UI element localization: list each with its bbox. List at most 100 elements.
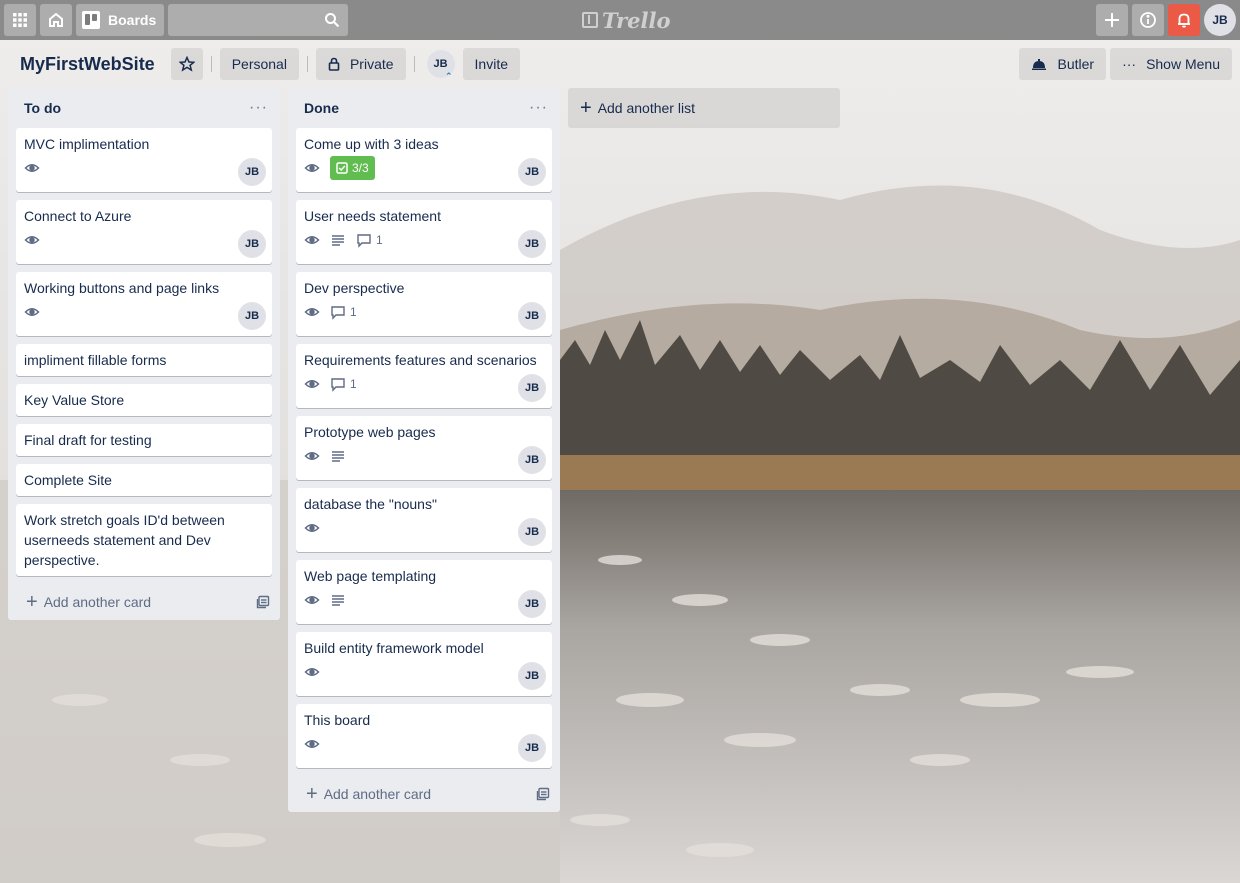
- board-member-initials: JB: [433, 58, 448, 70]
- card-member-avatar[interactable]: JB: [518, 374, 546, 402]
- watching-eye-icon: [24, 160, 40, 176]
- list-card[interactable]: impliment fillable forms: [16, 344, 272, 376]
- board-title[interactable]: MyFirstWebSite: [12, 54, 163, 75]
- add-card-button[interactable]: + Add another card: [288, 776, 560, 812]
- add-card-button[interactable]: + Add another card: [8, 584, 280, 620]
- list-header: Done ···: [288, 88, 560, 128]
- trello-logo[interactable]: Trello: [582, 7, 671, 33]
- list-card[interactable]: Come up with 3 ideas 3/3 JB: [296, 128, 552, 192]
- grid-icon: [13, 13, 27, 27]
- description-icon: [330, 232, 346, 248]
- invite-button[interactable]: Invite: [462, 48, 521, 80]
- home-icon: [49, 12, 63, 27]
- more-icon: ···: [1122, 56, 1137, 72]
- list-card[interactable]: Prototype web pages JB: [296, 416, 552, 480]
- list-card[interactable]: Working buttons and page links JB: [16, 272, 272, 336]
- card-member-avatar[interactable]: JB: [238, 158, 266, 186]
- card-title: impliment fillable forms: [24, 352, 167, 368]
- card-title: Complete Site: [24, 472, 112, 488]
- card-member-avatar[interactable]: JB: [518, 158, 546, 186]
- board-header: MyFirstWebSite Personal Private JB ⌃ Inv…: [0, 40, 1240, 88]
- card-title: Dev perspective: [304, 280, 405, 296]
- comment-count: 1: [350, 305, 357, 319]
- card-template-icon[interactable]: [256, 595, 270, 609]
- list-menu-icon[interactable]: ···: [525, 99, 552, 117]
- list-card[interactable]: Dev perspective 1 JB: [296, 272, 552, 336]
- card-member-avatar[interactable]: JB: [518, 518, 546, 546]
- list-card[interactable]: Key Value Store: [16, 384, 272, 416]
- list-card[interactable]: User needs statement 1 JB: [296, 200, 552, 264]
- card-template-icon[interactable]: [536, 787, 550, 801]
- search-icon: [325, 13, 340, 28]
- boards-button[interactable]: Boards: [76, 4, 165, 36]
- user-avatar[interactable]: JB: [1204, 4, 1236, 36]
- card-title: database the "nouns": [304, 496, 437, 512]
- watching-eye-icon: [304, 304, 320, 320]
- watching-eye-icon: [304, 592, 320, 608]
- trello-logo-text: Trello: [602, 7, 671, 33]
- card-title: Key Value Store: [24, 392, 125, 408]
- header-divider: [413, 56, 415, 72]
- card-member-avatar[interactable]: JB: [518, 302, 546, 330]
- list-card[interactable]: Final draft for testing: [16, 424, 272, 456]
- header-divider: [210, 56, 212, 72]
- watching-eye-icon: [304, 448, 320, 464]
- boards-icon: [82, 11, 100, 29]
- show-menu-button[interactable]: ··· Show Menu: [1110, 48, 1232, 80]
- list-card[interactable]: This board JB: [296, 704, 552, 768]
- watching-eye-icon: [304, 664, 320, 680]
- comments-badge: 1: [330, 376, 357, 392]
- search-input[interactable]: [168, 4, 349, 36]
- checkbox-icon: [336, 162, 348, 174]
- butler-label: Butler: [1057, 56, 1095, 72]
- list-card[interactable]: Requirements features and scenarios 1 JB: [296, 344, 552, 408]
- card-member-avatar[interactable]: JB: [238, 230, 266, 258]
- header-divider: [306, 56, 308, 72]
- notifications-button[interactable]: [1168, 4, 1200, 36]
- card-member-avatar[interactable]: JB: [518, 662, 546, 690]
- star-icon: [178, 56, 195, 72]
- list-menu-icon[interactable]: ···: [245, 99, 272, 117]
- visibility-button[interactable]: Private: [315, 48, 406, 80]
- card-title: Working buttons and page links: [24, 280, 220, 296]
- list-title[interactable]: To do: [24, 100, 61, 116]
- plus-icon: +: [26, 591, 38, 613]
- add-list-label: Add another list: [597, 100, 695, 116]
- list-card[interactable]: Web page templating JB: [296, 560, 552, 624]
- show-menu-label: Show Menu: [1146, 56, 1220, 72]
- card-member-avatar[interactable]: JB: [518, 734, 546, 762]
- list-card[interactable]: database the "nouns" JB: [296, 488, 552, 552]
- admin-chevron-icon: ⌃: [445, 71, 453, 81]
- star-board-button[interactable]: [170, 48, 203, 80]
- card-member-avatar[interactable]: JB: [518, 230, 546, 258]
- list-card[interactable]: Complete Site: [16, 464, 272, 496]
- trello-logo-icon: [582, 12, 598, 28]
- plus-icon: +: [306, 783, 318, 805]
- comment-icon: [331, 378, 345, 392]
- card-title: Prototype web pages: [304, 424, 436, 440]
- list-card[interactable]: Build entity framework model JB: [296, 632, 552, 696]
- apps-switcher-button[interactable]: [4, 4, 36, 36]
- home-button[interactable]: [40, 4, 72, 36]
- list-card[interactable]: MVC implimentation JB: [16, 128, 272, 192]
- team-button[interactable]: Personal: [219, 48, 299, 80]
- checklist-count: 3/3: [352, 161, 369, 175]
- list-title[interactable]: Done: [304, 100, 339, 116]
- lock-icon: [328, 57, 340, 71]
- add-list-button[interactable]: + Add another list: [568, 88, 840, 128]
- create-button[interactable]: [1096, 4, 1128, 36]
- watching-eye-icon: [304, 160, 320, 176]
- butler-bell-icon: [1032, 59, 1047, 70]
- card-member-avatar[interactable]: JB: [238, 302, 266, 330]
- card-member-avatar[interactable]: JB: [518, 590, 546, 618]
- description-icon: [330, 448, 346, 464]
- butler-button[interactable]: Butler: [1019, 48, 1107, 80]
- list-card[interactable]: Connect to Azure JB: [16, 200, 272, 264]
- card-title: Requirements features and scenarios: [304, 352, 537, 368]
- card-member-avatar[interactable]: JB: [518, 446, 546, 474]
- information-button[interactable]: [1132, 4, 1164, 36]
- board-member-avatar[interactable]: JB ⌃: [426, 50, 455, 81]
- add-card-label: Add another card: [43, 594, 152, 610]
- watching-eye-icon: [304, 232, 320, 248]
- list-card[interactable]: Work stretch goals ID'd between userneed…: [16, 504, 272, 576]
